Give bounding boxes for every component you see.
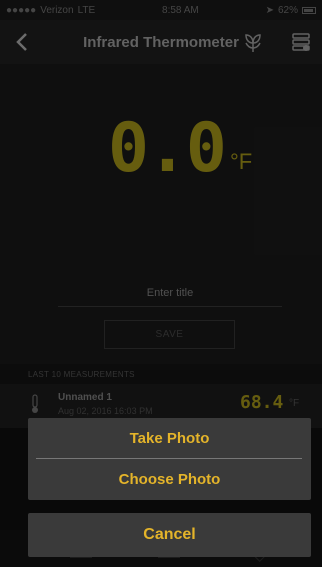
take-photo-button[interactable]: Take Photo — [28, 418, 311, 458]
choose-photo-button[interactable]: Choose Photo — [28, 459, 311, 499]
cancel-button[interactable]: Cancel — [28, 513, 311, 557]
action-sheet: Take Photo Choose Photo — [28, 418, 311, 500]
